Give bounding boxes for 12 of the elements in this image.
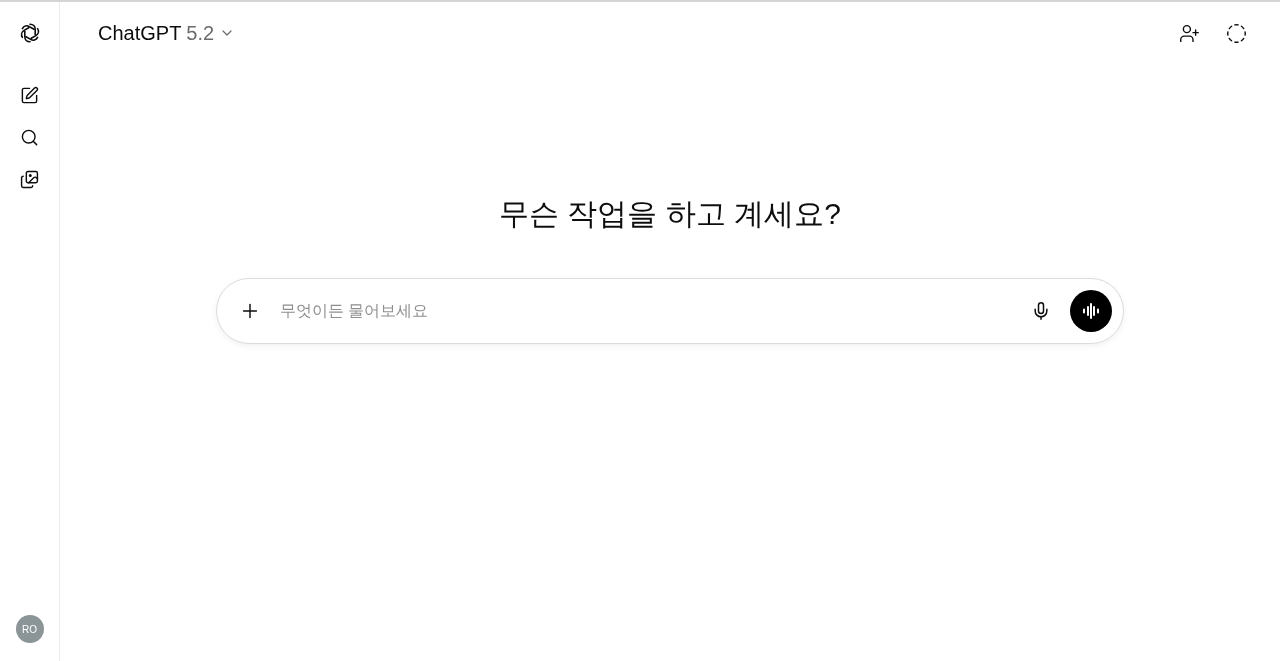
- page-heading: 무슨 작업을 하고 계세요?: [499, 196, 841, 232]
- microphone-icon: [1031, 301, 1051, 321]
- temporary-chat-button[interactable]: [1225, 22, 1247, 44]
- person-plus-icon: [1178, 22, 1200, 44]
- add-person-button[interactable]: [1178, 22, 1200, 44]
- pencil-square-icon: [20, 85, 39, 105]
- images-icon: [20, 169, 39, 189]
- message-input[interactable]: 무엇이든 물어보세요: [216, 278, 1124, 344]
- dashed-circle-icon: [1225, 22, 1247, 44]
- sound-wave-icon: [1082, 302, 1100, 320]
- search-icon: [20, 127, 39, 147]
- model-selector[interactable]: ChatGPT 5.2: [98, 18, 236, 48]
